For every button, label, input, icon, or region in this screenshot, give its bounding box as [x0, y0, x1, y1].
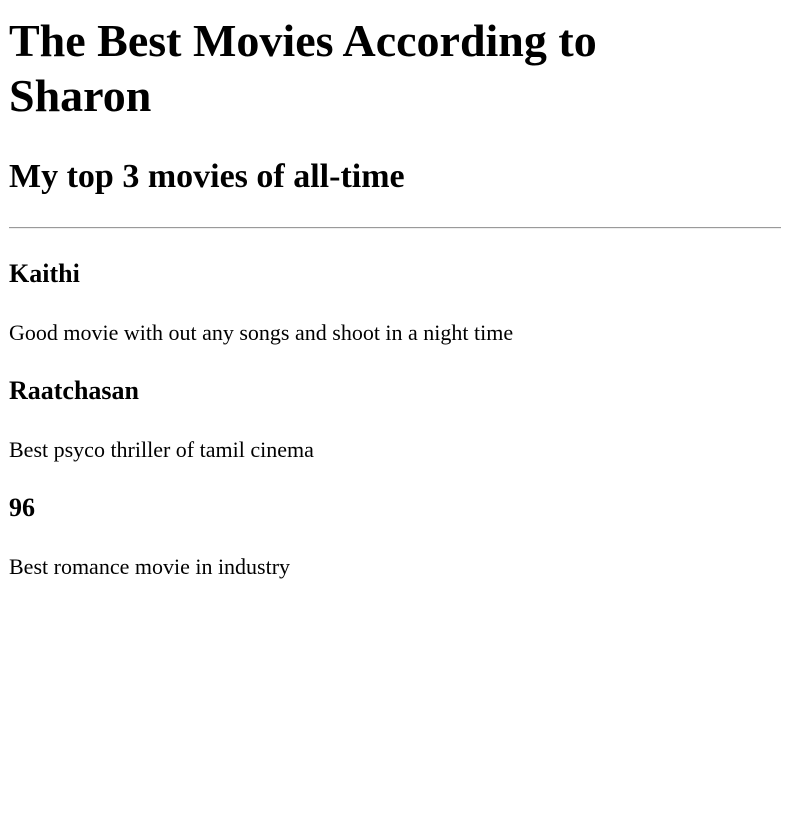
- movie-title: Raatchasan: [9, 376, 140, 405]
- movie-title: Kaithi: [9, 259, 80, 288]
- movie-list: Kaithi Good movie with out any songs and…: [9, 259, 781, 580]
- movie-title: 96: [9, 493, 35, 522]
- movie-description: Best romance movie in industry: [9, 554, 291, 579]
- movie-item: Raatchasan Best psyco thriller of tamil …: [9, 376, 781, 463]
- page-subtitle: My top 3 movies of all-time: [9, 158, 405, 195]
- movie-description: Best psyco thriller of tamil cinema: [9, 437, 314, 462]
- movie-item: Kaithi Good movie with out any songs and…: [9, 259, 781, 346]
- movie-item: 96 Best romance movie in industry: [9, 493, 781, 580]
- movie-description: Good movie with out any songs and shoot …: [9, 320, 514, 345]
- divider: [9, 227, 781, 229]
- page-content: The Best Movies According to Sharon My t…: [0, 13, 790, 580]
- page-title: The Best Movies According to Sharon: [9, 15, 597, 121]
